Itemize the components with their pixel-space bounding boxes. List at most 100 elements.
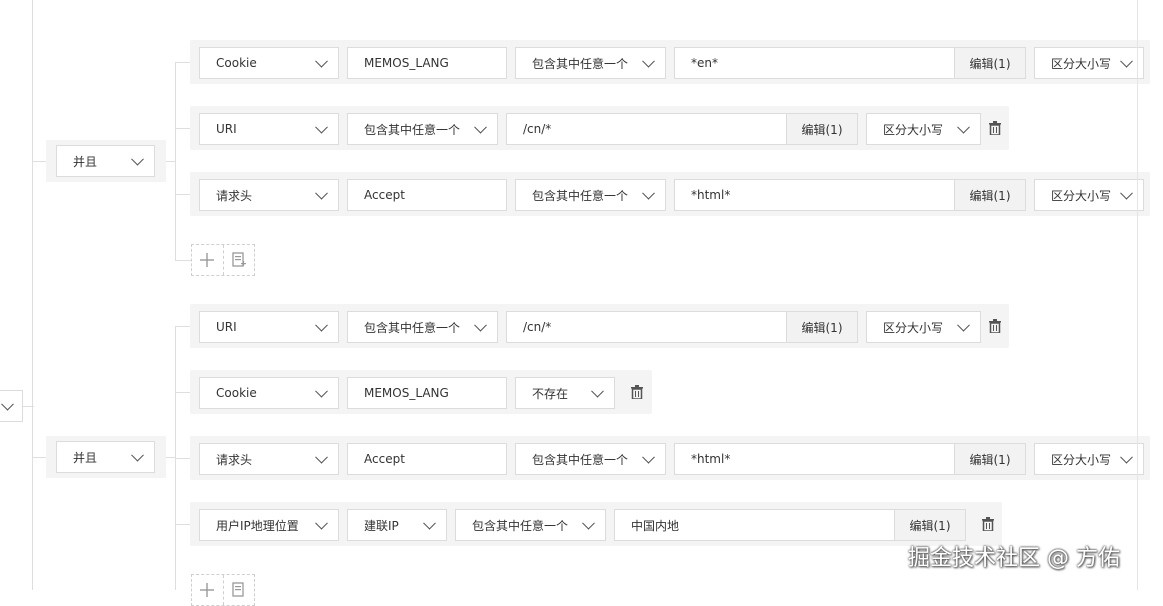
g1r1-name: MEMOS_LANG bbox=[364, 56, 449, 70]
tree-line-g2r2 bbox=[175, 392, 191, 393]
chevron-down-icon bbox=[131, 448, 144, 462]
g1r3-name-input[interactable]: Accept bbox=[347, 179, 507, 211]
g2r1-field-select[interactable]: URI bbox=[199, 311, 339, 343]
tree-line-g1r3 bbox=[175, 194, 191, 195]
chevron-down-icon bbox=[1, 397, 14, 411]
g2r3-case-select[interactable]: 区分大小写 bbox=[1034, 443, 1144, 475]
g2r3-edit-button[interactable]: 编辑(1) bbox=[954, 443, 1026, 475]
g1r1-case-select[interactable]: 区分大小写 bbox=[1034, 47, 1144, 79]
g1r3-case-select[interactable]: 区分大小写 bbox=[1034, 179, 1144, 211]
g1r2-value-input[interactable]: /cn/* bbox=[506, 113, 787, 145]
chevron-down-icon bbox=[1120, 450, 1133, 464]
g2r1-value-input[interactable]: /cn/* bbox=[506, 311, 787, 343]
g1r2-case-select[interactable]: 区分大小写 bbox=[866, 113, 981, 145]
chevron-down-icon bbox=[315, 384, 328, 398]
tree-line-group1-rows bbox=[175, 62, 176, 260]
g2r3-field: 请求头 bbox=[216, 452, 253, 467]
g2r1-edit-button[interactable]: 编辑(1) bbox=[786, 311, 858, 343]
g2r2-name-input[interactable]: MEMOS_LANG bbox=[347, 377, 507, 409]
g2r3-edit-label: 编辑(1) bbox=[969, 452, 1011, 467]
g2r1-match: 包含其中任意一个 bbox=[364, 320, 461, 335]
g2r4-field-select[interactable]: 用户IP地理位置 bbox=[199, 509, 339, 541]
g1r1-edit-button[interactable]: 编辑(1) bbox=[954, 47, 1026, 79]
g2r1-case-select[interactable]: 区分大小写 bbox=[866, 311, 981, 343]
g2r1-match-select[interactable]: 包含其中任意一个 bbox=[347, 311, 498, 343]
g1r3-match-select[interactable]: 包含其中任意一个 bbox=[515, 179, 666, 211]
trash-icon[interactable] bbox=[631, 385, 643, 399]
trash-icon[interactable] bbox=[989, 121, 1001, 135]
g1r1-match-select[interactable]: 包含其中任意一个 bbox=[515, 47, 666, 79]
tree-line-g1r1 bbox=[175, 62, 191, 63]
add-group-icon[interactable] bbox=[222, 245, 255, 275]
g1r2-value: /cn/* bbox=[523, 122, 552, 136]
g1r1-edit-label: 编辑(1) bbox=[969, 56, 1011, 71]
g1r1-field: Cookie bbox=[216, 56, 257, 70]
g2r4-edit-button[interactable]: 编辑(1) bbox=[894, 509, 966, 541]
add-group-icon[interactable] bbox=[222, 575, 255, 605]
chevron-down-icon bbox=[1120, 186, 1133, 200]
g1r1-field-select[interactable]: Cookie bbox=[199, 47, 339, 79]
g2r2-match: 不存在 bbox=[532, 386, 569, 401]
chevron-down-icon bbox=[131, 152, 144, 166]
g1r2-field-select[interactable]: URI bbox=[199, 113, 339, 145]
tree-line-g2r4 bbox=[175, 524, 191, 525]
chevron-down-icon bbox=[315, 120, 328, 134]
chevron-down-icon bbox=[642, 54, 655, 68]
g1r1-value-input[interactable]: *en* bbox=[674, 47, 955, 79]
g1r3-value-input[interactable]: *html* bbox=[674, 179, 955, 211]
group2-operator-label: 并且 bbox=[73, 450, 98, 465]
g1r3-edit-button[interactable]: 编辑(1) bbox=[954, 179, 1026, 211]
trash-icon[interactable] bbox=[989, 319, 1001, 333]
g1r1-match: 包含其中任意一个 bbox=[532, 56, 629, 71]
tree-line-g2r3 bbox=[175, 458, 191, 459]
chevron-down-icon bbox=[315, 186, 328, 200]
plus-icon[interactable] bbox=[192, 575, 223, 605]
g2r4-value: 中国内地 bbox=[631, 518, 680, 533]
group1-operator-select[interactable]: 并且 bbox=[56, 145, 155, 177]
g1r2-edit-button[interactable]: 编辑(1) bbox=[786, 113, 858, 145]
g2r2-match-select[interactable]: 不存在 bbox=[515, 377, 615, 409]
g1r3-name: Accept bbox=[364, 188, 405, 202]
g2r3-field-select[interactable]: 请求头 bbox=[199, 443, 339, 475]
panel-right-border bbox=[1137, 0, 1138, 590]
tree-line-root bbox=[32, 0, 33, 590]
g2r1-edit-label: 编辑(1) bbox=[801, 320, 843, 335]
chevron-down-icon bbox=[591, 384, 604, 398]
chevron-down-icon bbox=[474, 318, 487, 332]
g1r3-field-select[interactable]: 请求头 bbox=[199, 179, 339, 211]
chevron-down-icon bbox=[315, 516, 328, 530]
g2r4-iptype: 建联IP bbox=[364, 518, 399, 533]
g2r3-name-input[interactable]: Accept bbox=[347, 443, 507, 475]
g2r3-value-input[interactable]: *html* bbox=[674, 443, 955, 475]
g2r1-case: 区分大小写 bbox=[883, 320, 944, 335]
chevron-down-icon bbox=[423, 516, 436, 530]
g1r1-value: *en* bbox=[691, 56, 718, 70]
trash-icon[interactable] bbox=[982, 517, 994, 531]
g2r3-name: Accept bbox=[364, 452, 405, 466]
g2r4-value-input[interactable]: 中国内地 bbox=[614, 509, 895, 541]
g1r1-name-input[interactable]: MEMOS_LANG bbox=[347, 47, 507, 79]
root-operator-select[interactable] bbox=[0, 390, 23, 422]
g2r1-value: /cn/* bbox=[523, 320, 552, 334]
group2-operator-select[interactable]: 并且 bbox=[56, 441, 155, 473]
g1r2-case: 区分大小写 bbox=[883, 122, 944, 137]
group2-add-controls bbox=[191, 574, 255, 606]
g2r4-iptype-select[interactable]: 建联IP bbox=[347, 509, 447, 541]
g2r3-match-select[interactable]: 包含其中任意一个 bbox=[515, 443, 666, 475]
chevron-down-icon bbox=[582, 516, 595, 530]
g2r3-value: *html* bbox=[691, 452, 731, 466]
g1r1-case: 区分大小写 bbox=[1051, 56, 1112, 71]
g2r4-field: 用户IP地理位置 bbox=[216, 518, 299, 533]
watermark: 掘金技术社区 @ 方佑 bbox=[908, 546, 1120, 571]
g2r3-match: 包含其中任意一个 bbox=[532, 452, 629, 467]
g2r2-name: MEMOS_LANG bbox=[364, 386, 449, 400]
g1r3-edit-label: 编辑(1) bbox=[969, 188, 1011, 203]
tree-line-g1r2 bbox=[175, 128, 191, 129]
g2r2-field-select[interactable]: Cookie bbox=[199, 377, 339, 409]
g1r2-match-select[interactable]: 包含其中任意一个 bbox=[347, 113, 498, 145]
g1r2-field: URI bbox=[216, 122, 237, 136]
g2r4-match-select[interactable]: 包含其中任意一个 bbox=[455, 509, 606, 541]
chevron-down-icon bbox=[642, 450, 655, 464]
plus-icon[interactable] bbox=[192, 245, 223, 275]
g2r2-field: Cookie bbox=[216, 386, 257, 400]
